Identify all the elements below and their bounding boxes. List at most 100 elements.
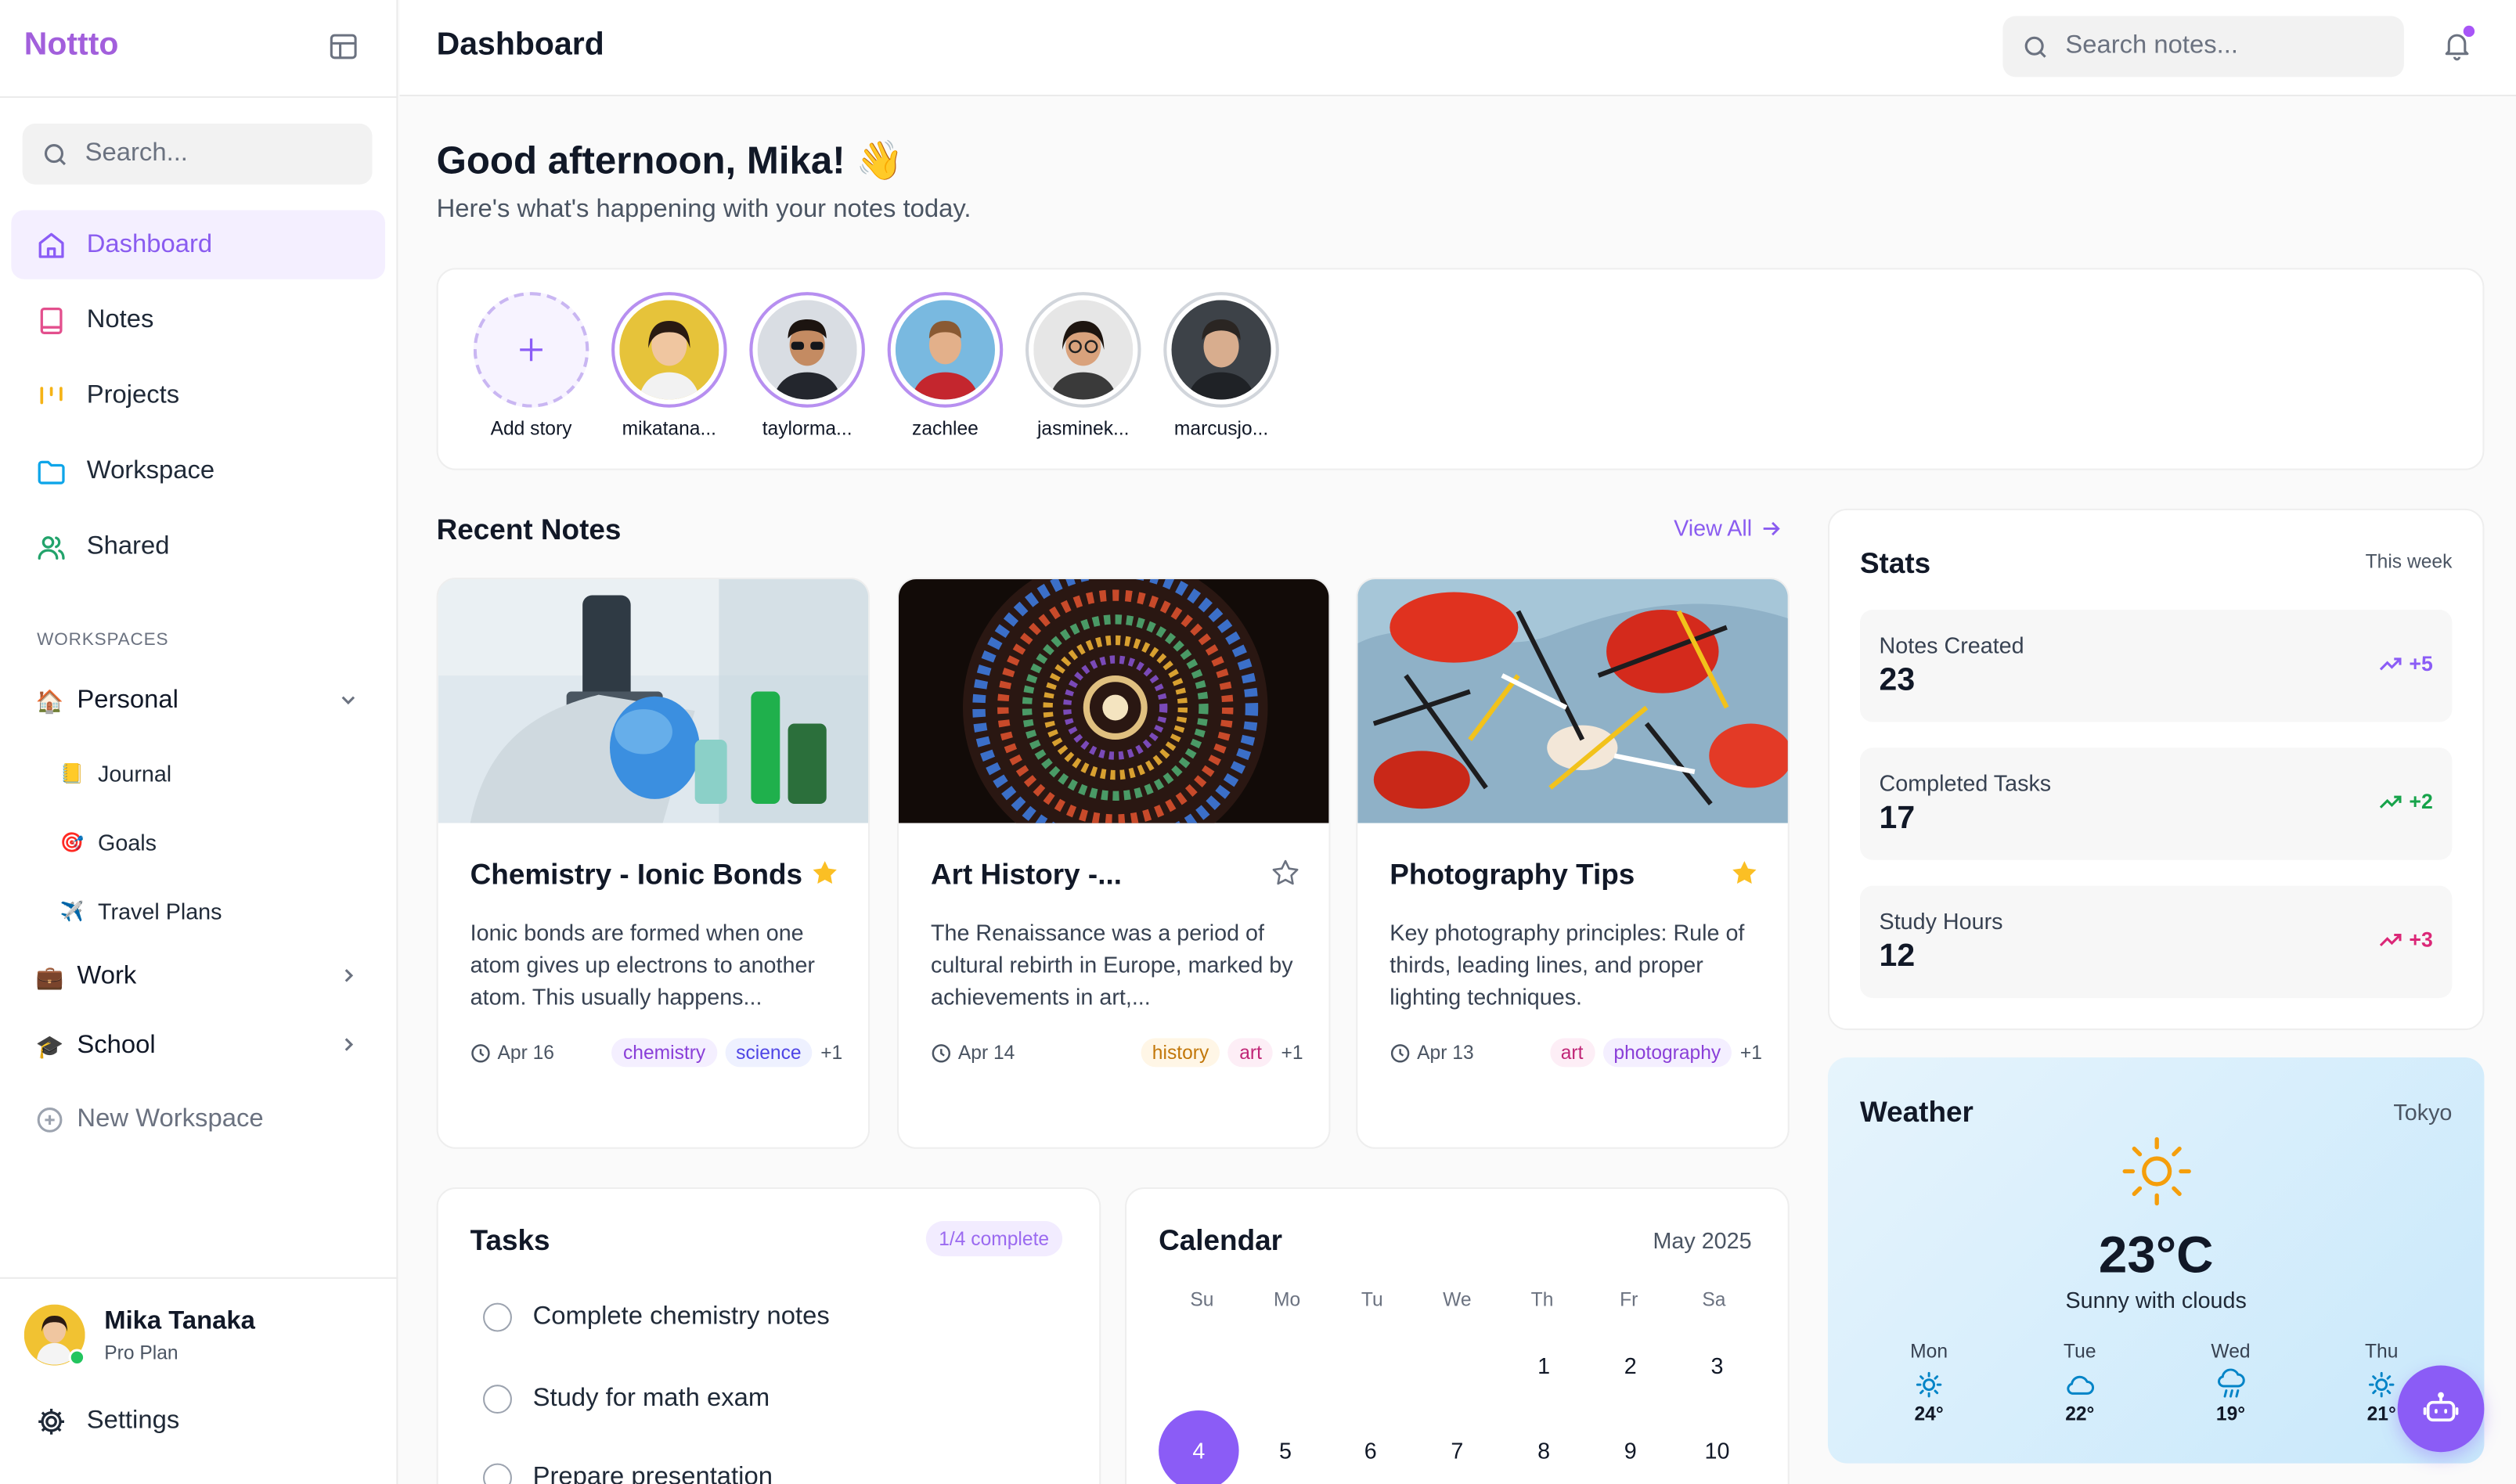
workspace-journal[interactable]: 📒 Journal bbox=[59, 755, 171, 793]
story-item[interactable]: jasminek... bbox=[1015, 292, 1152, 440]
stat-delta: +5 bbox=[2378, 651, 2433, 675]
calendar-day[interactable]: 3 bbox=[1677, 1325, 1757, 1406]
avatar[interactable] bbox=[23, 1304, 85, 1366]
view-all-link[interactable]: View All bbox=[1674, 515, 1781, 541]
clock-icon bbox=[932, 1043, 951, 1062]
kanban-icon bbox=[35, 380, 67, 412]
trend-up-icon bbox=[2380, 933, 2402, 947]
note-title: Photography Tips bbox=[1390, 858, 1635, 891]
weather-card: Weather Tokyo 23°C Sunny with clouds Mon… bbox=[1827, 1057, 2485, 1464]
weekday-label: Sa bbox=[1702, 1288, 1726, 1311]
star-outline-icon[interactable] bbox=[1271, 859, 1300, 888]
calendar-day-today[interactable]: 4 bbox=[1159, 1410, 1239, 1484]
nav-label: Dashboard bbox=[86, 230, 213, 258]
tag[interactable]: art bbox=[1549, 1038, 1595, 1068]
forecast-day: Mon 24° bbox=[1897, 1340, 1961, 1425]
tag[interactable]: history bbox=[1141, 1038, 1220, 1068]
stats-title: Stats bbox=[1859, 547, 1931, 580]
nav-shared[interactable]: Shared bbox=[11, 512, 385, 581]
note-date: Apr 13 bbox=[1390, 1041, 1474, 1064]
settings-button[interactable]: Settings bbox=[35, 1406, 179, 1438]
note-date: Apr 14 bbox=[931, 1041, 1015, 1064]
calendar-day[interactable]: 6 bbox=[1330, 1410, 1411, 1484]
sidebar-search-input[interactable] bbox=[85, 139, 342, 169]
workspace-work[interactable]: 💼 Work bbox=[35, 953, 372, 1002]
note-image bbox=[438, 579, 869, 823]
chevron-right-icon[interactable] bbox=[337, 1033, 360, 1056]
note-card[interactable]: Art History -... The Renaissance was a p… bbox=[896, 578, 1331, 1149]
workspace-personal[interactable]: 🏠 Personal bbox=[35, 677, 372, 726]
task-item[interactable]: Study for math exam bbox=[483, 1385, 770, 1414]
view-all-label: View All bbox=[1674, 515, 1753, 541]
stat-value: 17 bbox=[1879, 800, 1916, 837]
workspace-label: Goals bbox=[98, 829, 157, 855]
app-logo[interactable]: Nottto bbox=[24, 27, 119, 64]
story-username: mikatana... bbox=[622, 417, 717, 440]
app-root: Nottto Dashboard Notes Projects Workspac… bbox=[0, 0, 2516, 1484]
calendar-day[interactable]: 2 bbox=[1591, 1325, 1671, 1406]
nav-notes[interactable]: Notes bbox=[11, 286, 385, 355]
arrow-right-icon bbox=[1760, 517, 1781, 538]
task-checkbox[interactable] bbox=[483, 1385, 512, 1414]
story-item[interactable]: marcusjo... bbox=[1152, 292, 1290, 440]
weekday-label: Mo bbox=[1273, 1288, 1301, 1311]
note-card[interactable]: Chemistry - Ionic Bonds Ionic bonds are … bbox=[436, 578, 871, 1149]
task-label: Study for math exam bbox=[532, 1385, 770, 1412]
ai-assistant-button[interactable] bbox=[2397, 1365, 2485, 1453]
sun-icon bbox=[1897, 1367, 1961, 1403]
workspace-travel-plans[interactable]: ✈️ Travel Plans bbox=[59, 892, 222, 931]
notes-search[interactable] bbox=[2002, 16, 2404, 77]
tag[interactable]: photography bbox=[1602, 1038, 1732, 1068]
task-item[interactable]: Prepare presentation bbox=[483, 1463, 773, 1484]
nav-projects[interactable]: Projects bbox=[11, 361, 385, 430]
tag[interactable]: science bbox=[724, 1038, 813, 1068]
weather-title: Weather bbox=[1859, 1096, 1974, 1129]
note-date: Apr 16 bbox=[470, 1041, 554, 1064]
task-checkbox[interactable] bbox=[483, 1463, 512, 1484]
avatar bbox=[619, 300, 719, 400]
note-card[interactable]: Photography Tips Key photography princip… bbox=[1356, 578, 1790, 1149]
weather-temp: 23°C bbox=[2098, 1226, 2214, 1284]
story-item[interactable]: mikatana... bbox=[600, 292, 738, 440]
chevron-right-icon[interactable] bbox=[337, 964, 360, 987]
settings-label: Settings bbox=[86, 1407, 180, 1435]
sidebar-search[interactable] bbox=[22, 123, 373, 185]
calendar-day[interactable]: 8 bbox=[1504, 1410, 1584, 1484]
users-icon bbox=[35, 531, 67, 563]
home-icon bbox=[35, 229, 67, 261]
workspace-goals[interactable]: 🎯 Goals bbox=[59, 823, 157, 862]
nav-dashboard[interactable]: Dashboard bbox=[11, 210, 385, 279]
tag[interactable]: chemistry bbox=[611, 1038, 717, 1068]
search-icon bbox=[41, 140, 69, 167]
calendar-day[interactable]: 10 bbox=[1677, 1410, 1757, 1484]
chevron-down-icon[interactable] bbox=[337, 688, 360, 711]
nav-workspace[interactable]: Workspace bbox=[11, 437, 385, 506]
calendar-day[interactable]: 7 bbox=[1417, 1410, 1498, 1484]
story-item[interactable]: zachlee bbox=[876, 292, 1014, 440]
add-story-button[interactable]: Add story bbox=[462, 292, 600, 440]
note-meta: Apr 14 history art +1 bbox=[931, 1038, 1303, 1068]
calendar-day[interactable]: 1 bbox=[1504, 1325, 1584, 1406]
task-item[interactable]: Complete chemistry notes bbox=[483, 1302, 830, 1332]
task-checkbox[interactable] bbox=[483, 1302, 512, 1332]
profile-plan: Pro Plan bbox=[104, 1341, 178, 1364]
trend-up-icon bbox=[2380, 795, 2402, 809]
bell-icon[interactable] bbox=[2441, 25, 2476, 64]
workspace-school[interactable]: 🎓 School bbox=[35, 1022, 372, 1071]
calendar-day[interactable]: 5 bbox=[1245, 1410, 1326, 1484]
stat-value: 12 bbox=[1879, 938, 1916, 974]
stat-study-hours: Study Hours 12 +3 bbox=[1859, 885, 2453, 999]
tag[interactable]: art bbox=[1227, 1038, 1274, 1068]
task-label: Complete chemistry notes bbox=[532, 1302, 830, 1331]
new-workspace-button[interactable]: New Workspace bbox=[35, 1105, 264, 1134]
sidebar-toggle-icon[interactable] bbox=[327, 31, 359, 63]
profile-name[interactable]: Mika Tanaka bbox=[104, 1308, 255, 1337]
star-filled-icon[interactable] bbox=[1730, 859, 1759, 888]
story-item[interactable]: taylorma... bbox=[738, 292, 876, 440]
notes-search-input[interactable] bbox=[2065, 32, 2370, 61]
calendar-day[interactable]: 9 bbox=[1591, 1410, 1671, 1484]
tasks-title: Tasks bbox=[470, 1224, 550, 1257]
house-icon: 🏠 bbox=[35, 687, 64, 714]
star-filled-icon[interactable] bbox=[810, 859, 839, 888]
book-icon bbox=[35, 304, 67, 336]
